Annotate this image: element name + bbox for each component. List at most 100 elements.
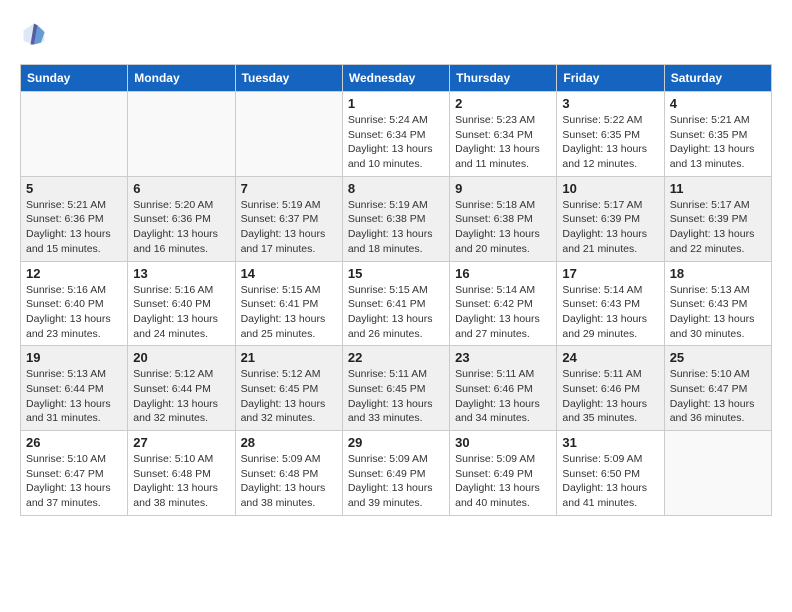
calendar-cell: 15Sunrise: 5:15 AM Sunset: 6:41 PM Dayli…	[342, 261, 449, 346]
calendar-cell: 16 Sunrise: 5:14 AM Sunset: 6:42 PM Dayli…	[450, 261, 557, 346]
day-number: 29	[348, 435, 444, 450]
day-info: Sunrise: 5:13 AM Sunset: 6:43 PM Dayligh…	[670, 283, 766, 342]
calendar-cell: 14Sunrise: 5:15 AM Sunset: 6:41 PM Dayli…	[235, 261, 342, 346]
day-number: 3	[562, 96, 658, 111]
calendar-cell	[21, 92, 128, 177]
day-number: 2	[455, 96, 551, 111]
calendar-week-row: 19 Sunrise: 5:13 AM Sunset: 6:44 PM Dayli…	[21, 346, 772, 431]
day-info: Sunrise: 5:19 AM Sunset: 6:37 PM Dayligh…	[241, 198, 337, 257]
calendar-header-thursday: Thursday	[450, 65, 557, 92]
day-number: 22	[348, 350, 444, 365]
calendar-cell: 22 Sunrise: 5:11 AM Sunset: 6:45 PM Dayli…	[342, 346, 449, 431]
calendar-cell: 30Sunrise: 5:09 AM Sunset: 6:49 PM Dayli…	[450, 431, 557, 516]
day-info: Sunrise: 5:20 AM Sunset: 6:36 PM Dayligh…	[133, 198, 229, 257]
day-info: Sunrise: 5:18 AM Sunset: 6:38 PM Dayligh…	[455, 198, 551, 257]
day-info: Sunrise: 5:10 AM Sunset: 6:47 PM Dayligh…	[26, 452, 122, 511]
day-info: Sunrise: 5:11 AM Sunset: 6:46 PM Dayligh…	[562, 367, 658, 426]
day-number: 31	[562, 435, 658, 450]
day-number: 18	[670, 266, 766, 281]
day-info: Sunrise: 5:14 AM Sunset: 6:43 PM Dayligh…	[562, 283, 658, 342]
calendar-cell	[128, 92, 235, 177]
day-info: Sunrise: 5:22 AM Sunset: 6:35 PM Dayligh…	[562, 113, 658, 172]
calendar-header-row: SundayMondayTuesdayWednesdayThursdayFrid…	[21, 65, 772, 92]
day-number: 19	[26, 350, 122, 365]
calendar-cell: 26 Sunrise: 5:10 AM Sunset: 6:47 PM Dayli…	[21, 431, 128, 516]
day-number: 1	[348, 96, 444, 111]
day-number: 4	[670, 96, 766, 111]
calendar-cell: 27 Sunrise: 5:10 AM Sunset: 6:48 PM Dayli…	[128, 431, 235, 516]
day-number: 25	[670, 350, 766, 365]
calendar-cell: 29Sunrise: 5:09 AM Sunset: 6:49 PM Dayli…	[342, 431, 449, 516]
page-header	[20, 20, 772, 48]
day-info: Sunrise: 5:11 AM Sunset: 6:45 PM Dayligh…	[348, 367, 444, 426]
day-info: Sunrise: 5:12 AM Sunset: 6:44 PM Dayligh…	[133, 367, 229, 426]
day-info: Sunrise: 5:17 AM Sunset: 6:39 PM Dayligh…	[562, 198, 658, 257]
day-info: Sunrise: 5:19 AM Sunset: 6:38 PM Dayligh…	[348, 198, 444, 257]
calendar-cell: 8 Sunrise: 5:19 AM Sunset: 6:38 PM Daylig…	[342, 176, 449, 261]
day-number: 8	[348, 181, 444, 196]
day-info: Sunrise: 5:24 AM Sunset: 6:34 PM Dayligh…	[348, 113, 444, 172]
day-info: Sunrise: 5:17 AM Sunset: 6:39 PM Dayligh…	[670, 198, 766, 257]
day-number: 21	[241, 350, 337, 365]
calendar-cell: 9 Sunrise: 5:18 AM Sunset: 6:38 PM Daylig…	[450, 176, 557, 261]
calendar-cell: 21 Sunrise: 5:12 AM Sunset: 6:45 PM Dayli…	[235, 346, 342, 431]
calendar-cell: 19 Sunrise: 5:13 AM Sunset: 6:44 PM Dayli…	[21, 346, 128, 431]
day-number: 23	[455, 350, 551, 365]
day-info: Sunrise: 5:15 AM Sunset: 6:41 PM Dayligh…	[348, 283, 444, 342]
calendar-cell: 13 Sunrise: 5:16 AM Sunset: 6:40 PM Dayli…	[128, 261, 235, 346]
day-info: Sunrise: 5:21 AM Sunset: 6:35 PM Dayligh…	[670, 113, 766, 172]
day-info: Sunrise: 5:12 AM Sunset: 6:45 PM Dayligh…	[241, 367, 337, 426]
day-info: Sunrise: 5:10 AM Sunset: 6:48 PM Dayligh…	[133, 452, 229, 511]
day-number: 20	[133, 350, 229, 365]
calendar-cell: 17 Sunrise: 5:14 AM Sunset: 6:43 PM Dayli…	[557, 261, 664, 346]
calendar-header-tuesday: Tuesday	[235, 65, 342, 92]
calendar-week-row: 26 Sunrise: 5:10 AM Sunset: 6:47 PM Dayli…	[21, 431, 772, 516]
calendar-cell: 6 Sunrise: 5:20 AM Sunset: 6:36 PM Daylig…	[128, 176, 235, 261]
logo	[20, 20, 52, 48]
calendar-cell: 10 Sunrise: 5:17 AM Sunset: 6:39 PM Dayli…	[557, 176, 664, 261]
calendar-cell: 2 Sunrise: 5:23 AM Sunset: 6:34 PM Daylig…	[450, 92, 557, 177]
day-number: 28	[241, 435, 337, 450]
day-info: Sunrise: 5:16 AM Sunset: 6:40 PM Dayligh…	[133, 283, 229, 342]
calendar-cell	[235, 92, 342, 177]
day-number: 26	[26, 435, 122, 450]
calendar-header-monday: Monday	[128, 65, 235, 92]
day-info: Sunrise: 5:09 AM Sunset: 6:50 PM Dayligh…	[562, 452, 658, 511]
day-number: 27	[133, 435, 229, 450]
calendar-cell: 24 Sunrise: 5:11 AM Sunset: 6:46 PM Dayli…	[557, 346, 664, 431]
calendar-cell: 5Sunrise: 5:21 AM Sunset: 6:36 PM Daylig…	[21, 176, 128, 261]
calendar-week-row: 1 Sunrise: 5:24 AM Sunset: 6:34 PM Daylig…	[21, 92, 772, 177]
day-number: 12	[26, 266, 122, 281]
calendar-header-wednesday: Wednesday	[342, 65, 449, 92]
day-number: 13	[133, 266, 229, 281]
logo-icon	[20, 20, 48, 48]
day-info: Sunrise: 5:09 AM Sunset: 6:49 PM Dayligh…	[455, 452, 551, 511]
day-info: Sunrise: 5:14 AM Sunset: 6:42 PM Dayligh…	[455, 283, 551, 342]
day-number: 17	[562, 266, 658, 281]
day-info: Sunrise: 5:13 AM Sunset: 6:44 PM Dayligh…	[26, 367, 122, 426]
calendar-cell: 23Sunrise: 5:11 AM Sunset: 6:46 PM Dayli…	[450, 346, 557, 431]
calendar-cell: 3 Sunrise: 5:22 AM Sunset: 6:35 PM Daylig…	[557, 92, 664, 177]
calendar-cell: 1 Sunrise: 5:24 AM Sunset: 6:34 PM Daylig…	[342, 92, 449, 177]
calendar-cell: 18 Sunrise: 5:13 AM Sunset: 6:43 PM Dayli…	[664, 261, 771, 346]
calendar-cell: 7 Sunrise: 5:19 AM Sunset: 6:37 PM Daylig…	[235, 176, 342, 261]
calendar-table: SundayMondayTuesdayWednesdayThursdayFrid…	[20, 64, 772, 516]
day-info: Sunrise: 5:10 AM Sunset: 6:47 PM Dayligh…	[670, 367, 766, 426]
calendar-cell: 20 Sunrise: 5:12 AM Sunset: 6:44 PM Dayli…	[128, 346, 235, 431]
day-number: 16	[455, 266, 551, 281]
day-number: 7	[241, 181, 337, 196]
day-number: 24	[562, 350, 658, 365]
day-number: 5	[26, 181, 122, 196]
calendar-cell: 4 Sunrise: 5:21 AM Sunset: 6:35 PM Daylig…	[664, 92, 771, 177]
calendar-cell	[664, 431, 771, 516]
day-info: Sunrise: 5:23 AM Sunset: 6:34 PM Dayligh…	[455, 113, 551, 172]
calendar-cell: 31 Sunrise: 5:09 AM Sunset: 6:50 PM Dayli…	[557, 431, 664, 516]
calendar-cell: 12Sunrise: 5:16 AM Sunset: 6:40 PM Dayli…	[21, 261, 128, 346]
day-number: 10	[562, 181, 658, 196]
day-number: 9	[455, 181, 551, 196]
calendar-cell: 11Sunrise: 5:17 AM Sunset: 6:39 PM Dayli…	[664, 176, 771, 261]
day-number: 6	[133, 181, 229, 196]
day-info: Sunrise: 5:15 AM Sunset: 6:41 PM Dayligh…	[241, 283, 337, 342]
day-info: Sunrise: 5:09 AM Sunset: 6:48 PM Dayligh…	[241, 452, 337, 511]
calendar-cell: 25 Sunrise: 5:10 AM Sunset: 6:47 PM Dayli…	[664, 346, 771, 431]
